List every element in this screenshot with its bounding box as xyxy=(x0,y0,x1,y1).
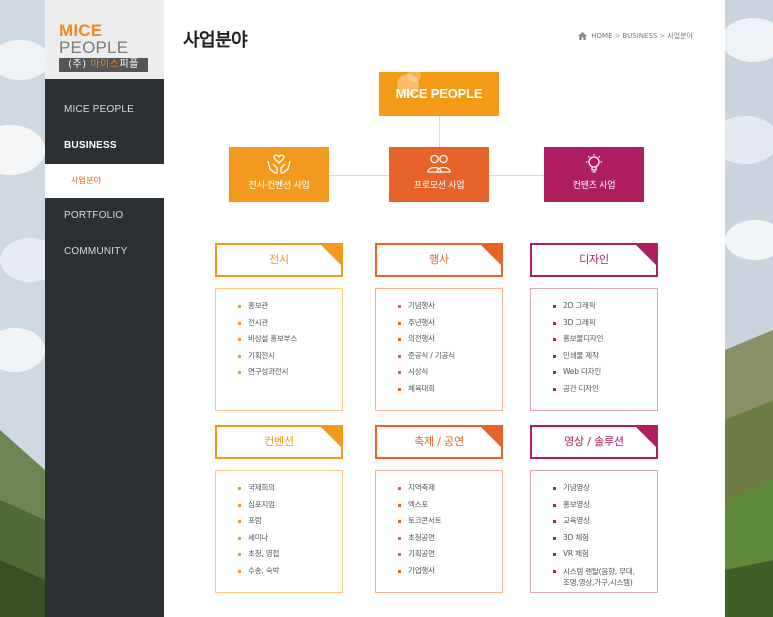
breadcrumb: HOME > BUSINESS > 사업분야 xyxy=(578,31,693,41)
section-header-convention: 컨벤션 xyxy=(215,425,343,459)
list-item: 기업행사 xyxy=(398,563,502,580)
sidebar-item-community[interactable]: COMMUNITY xyxy=(45,234,164,270)
section-header-video-solution: 영상 / 솔루션 xyxy=(530,425,658,459)
list-item: 시상식 xyxy=(398,364,502,381)
site-logo[interactable]: MICE PEOPLE (주) 마이스피플 xyxy=(45,0,164,79)
sidebar-item-business[interactable]: BUSINESS xyxy=(45,128,164,164)
lightbulb-icon xyxy=(586,154,602,173)
background-landscape-right xyxy=(725,0,773,617)
list-item: 기념영상 xyxy=(553,480,657,497)
header-corner-decoration xyxy=(320,427,341,448)
list-item: 인쇄물 제작 xyxy=(553,348,657,365)
list-item: 기념행사 xyxy=(398,298,502,315)
list-item: 엑스포 xyxy=(398,497,502,514)
section-title: 디자인 xyxy=(579,253,609,266)
list-item: 포럼 xyxy=(238,513,342,530)
section-title: 행사 xyxy=(429,253,449,266)
list-item: 준공식 / 기공식 xyxy=(398,348,502,365)
list-item: 세미나 xyxy=(238,530,342,547)
section-list-festival-performance: 지역축제 엑스포 토크콘서트 초청공연 기획공연 기업행사 xyxy=(375,470,503,593)
list-item: 전시관 xyxy=(238,315,342,332)
hands-heart-icon xyxy=(267,154,291,174)
header-corner-decoration xyxy=(635,245,656,266)
list-item: Web 디자인 xyxy=(553,364,657,381)
org-root-box: MICE PEOPLE xyxy=(379,72,499,116)
org-connector-vertical xyxy=(439,116,440,147)
list-item: 교육영상 xyxy=(553,513,657,530)
breadcrumb-separator: > xyxy=(614,32,621,40)
header-corner-decoration xyxy=(320,245,341,266)
list-item: 홍보관 xyxy=(238,298,342,315)
home-icon xyxy=(578,32,588,40)
section-list-design: 2D 그래픽 3D 그래픽 홍보물디자인 인쇄물 제작 Web 디자인 공간 디… xyxy=(530,288,658,411)
list-item: 시스템 렌탈(음향, 무대, 조명,영상,가구,시스템) xyxy=(553,563,657,588)
section-list-exhibition: 홍보관 전시관 비상설 홍보부스 기획전시 연구성과전시 xyxy=(215,288,343,411)
category-label: 컨텐츠 사업 xyxy=(572,181,616,191)
list-item: 의전행사 xyxy=(398,331,502,348)
list-item-line: 시스템 렌탈(음향, 무대, xyxy=(563,566,635,576)
category-contents: 컨텐츠 사업 xyxy=(544,147,644,202)
list-item: 심포지엄 xyxy=(238,497,342,514)
section-list-event: 기념행사 주년행사 의전행사 준공식 / 기공식 시상식 체육대회 xyxy=(375,288,503,411)
breadcrumb-home[interactable]: HOME xyxy=(591,32,612,40)
header-corner-decoration xyxy=(480,427,501,448)
list-item-line: 조명,영상,가구,시스템) xyxy=(563,577,633,587)
section-list-convention: 국제회의 심포지엄 포럼 세미나 초청, 영접 수송, 숙박 xyxy=(215,470,343,593)
list-item: 2D 그래픽 xyxy=(553,298,657,315)
list-item: 3D 체험 xyxy=(553,530,657,547)
list-item: 홍보영상 xyxy=(553,497,657,514)
list-item: 기획공연 xyxy=(398,546,502,563)
category-label: 프로모션 사업 xyxy=(413,181,465,191)
logo-korean-name: (주) 마이스피플 xyxy=(59,58,148,72)
sidebar-nav: MICE PEOPLE BUSINESS 사업분야 PORTFOLIO COMM… xyxy=(45,92,164,270)
breadcrumb-separator: > xyxy=(659,32,666,40)
sidebar-item-mice-people[interactable]: MICE PEOPLE xyxy=(45,92,164,128)
list-item: 비상설 홍보부스 xyxy=(238,331,342,348)
list-item: 주년행사 xyxy=(398,315,502,332)
section-title: 영상 / 솔루션 xyxy=(564,435,624,448)
sidebar-subitem-business-areas[interactable]: 사업분야 xyxy=(45,164,164,198)
list-item: 지역축제 xyxy=(398,480,502,497)
people-icon xyxy=(427,154,451,173)
main-content: 사업분야 HOME > BUSINESS > 사업분야 MICE PEOPLE … xyxy=(164,0,725,617)
sidebar: MICE PEOPLE (주) 마이스피플 MICE PEOPLE BUSINE… xyxy=(45,0,164,617)
section-header-event: 행사 xyxy=(375,243,503,277)
sidebar-item-portfolio[interactable]: PORTFOLIO xyxy=(45,198,164,234)
header-corner-decoration xyxy=(480,245,501,266)
section-header-design: 디자인 xyxy=(530,243,658,277)
org-root-label: MICE PEOPLE xyxy=(395,86,483,101)
section-list-video-solution: 기념영상 홍보영상 교육영상 3D 체험 VR 체험 시스템 렌탈(음향, 무대… xyxy=(530,470,658,593)
list-item: 초청, 영접 xyxy=(238,546,342,563)
category-promotion: 프로모션 사업 xyxy=(389,147,489,202)
decorative-circle xyxy=(407,72,421,82)
background-landscape-left xyxy=(0,0,45,617)
section-title: 전시 xyxy=(269,253,289,266)
breadcrumb-business[interactable]: BUSINESS xyxy=(622,32,657,40)
logo-wordmark: MICE PEOPLE xyxy=(59,21,129,57)
list-item: 공간 디자인 xyxy=(553,381,657,398)
page-title: 사업분야 xyxy=(183,30,248,51)
list-item: 홍보물디자인 xyxy=(553,331,657,348)
list-item: 3D 그래픽 xyxy=(553,315,657,332)
header-corner-decoration xyxy=(635,427,656,448)
list-item: 토크콘서트 xyxy=(398,513,502,530)
section-title: 축제 / 공연 xyxy=(414,435,464,448)
breadcrumb-current: 사업분야 xyxy=(667,32,693,40)
list-item: VR 체험 xyxy=(553,546,657,563)
list-item: 수송, 숙박 xyxy=(238,563,342,580)
list-item: 국제회의 xyxy=(238,480,342,497)
section-header-exhibition: 전시 xyxy=(215,243,343,277)
list-item: 초청공연 xyxy=(398,530,502,547)
category-label: 전시·컨벤션 사업 xyxy=(248,181,310,191)
category-exhibition-convention: 전시·컨벤션 사업 xyxy=(229,147,329,202)
section-title: 컨벤션 xyxy=(264,435,294,448)
section-header-festival-performance: 축제 / 공연 xyxy=(375,425,503,459)
list-item: 기획전시 xyxy=(238,348,342,365)
list-item: 연구성과전시 xyxy=(238,364,342,381)
list-item: 체육대회 xyxy=(398,381,502,398)
